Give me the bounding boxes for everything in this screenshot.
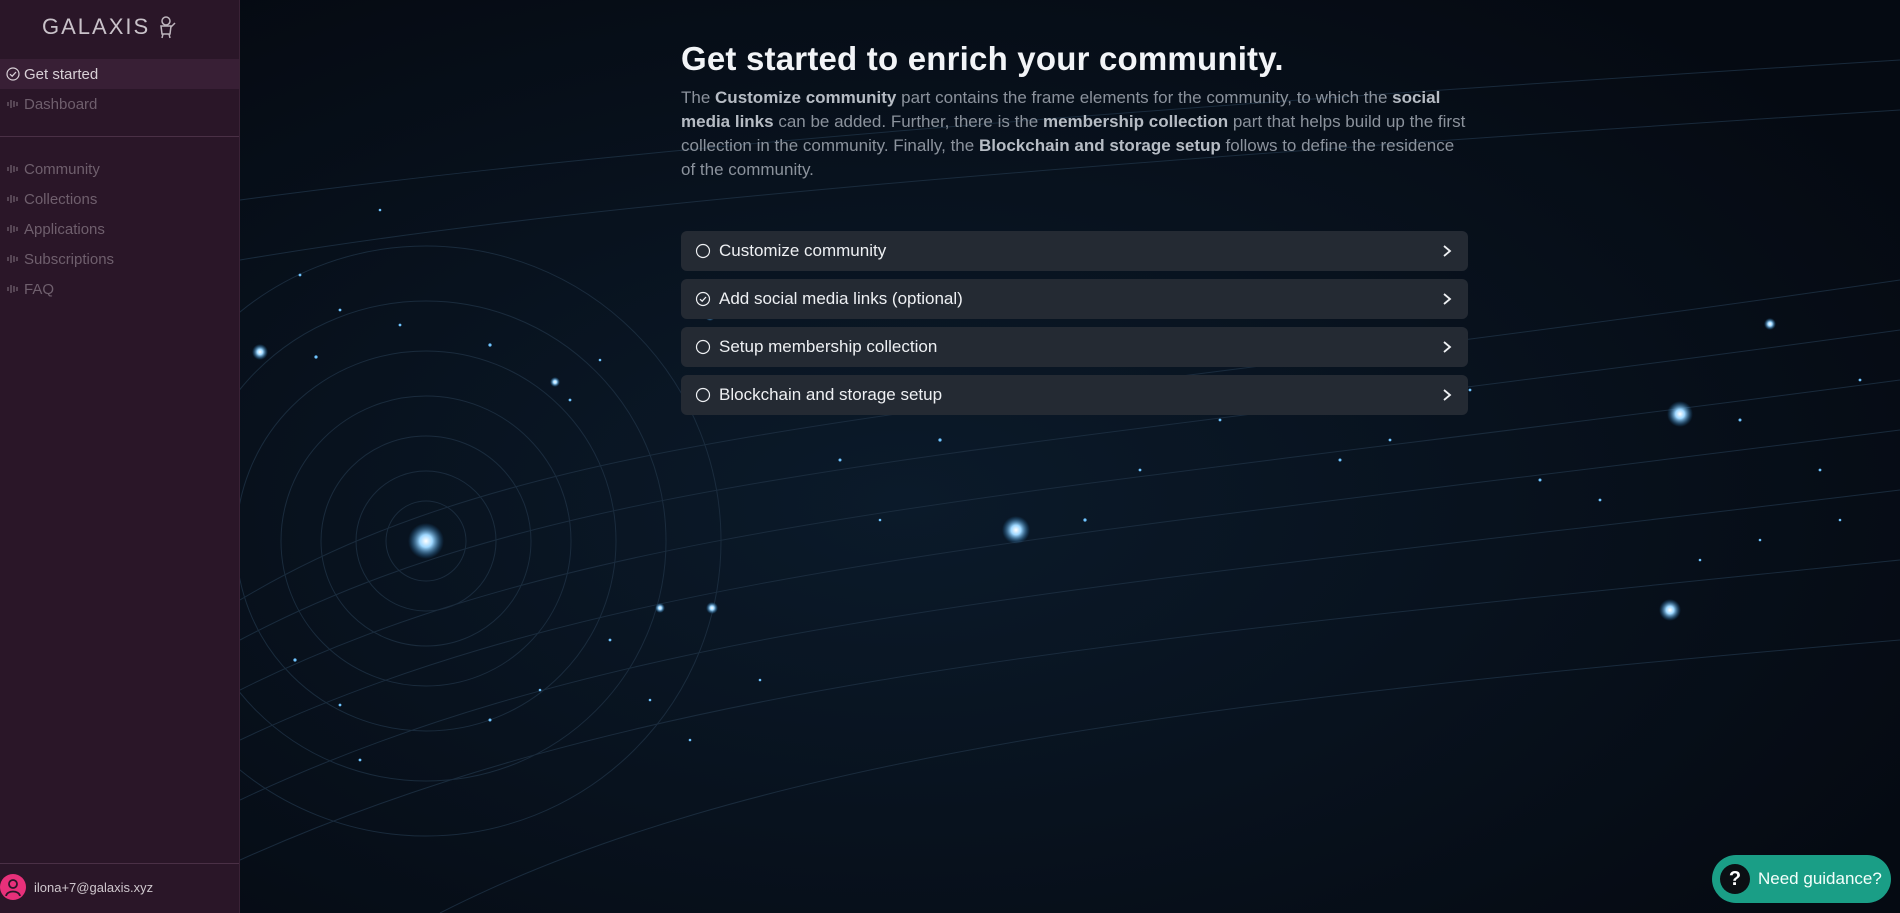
sidebar-item-label: FAQ bbox=[24, 280, 55, 298]
user-icon bbox=[5, 879, 21, 897]
astronaut-icon bbox=[160, 16, 176, 39]
sidebar-item-label: Collections bbox=[24, 190, 98, 208]
primary-nav: Get started Dashboard bbox=[0, 59, 239, 119]
sidebar-item-label: Applications bbox=[24, 220, 105, 238]
sidebar-item-label: Get started bbox=[24, 65, 99, 83]
user-divider bbox=[0, 863, 239, 864]
sidebar-item-label: Community bbox=[24, 160, 100, 178]
chevron-right-icon bbox=[1443, 293, 1452, 305]
step-label: Setup membership collection bbox=[719, 337, 938, 356]
check-circle-icon bbox=[695, 291, 711, 307]
step-membership-collection[interactable]: Setup membership collection bbox=[681, 327, 1468, 367]
page-title: Get started to enrich your community. bbox=[681, 40, 1284, 77]
waveform-icon bbox=[7, 165, 18, 173]
waveform-icon bbox=[7, 195, 18, 203]
circle-icon bbox=[695, 339, 711, 355]
sidebar-item-collections[interactable]: Collections bbox=[0, 184, 239, 214]
help-label: Need guidance? bbox=[1758, 869, 1882, 888]
user-email: ilona+7@galaxis.xyz bbox=[34, 879, 154, 895]
circle-icon bbox=[695, 243, 711, 259]
sidebar-item-dashboard[interactable]: Dashboard bbox=[0, 89, 239, 119]
chevron-right-icon bbox=[1443, 341, 1452, 353]
main-content: Get started to enrich your community. Th… bbox=[681, 40, 1469, 199]
sidebar-item-label: Subscriptions bbox=[24, 250, 115, 268]
step-label: Add social media links (optional) bbox=[719, 289, 963, 308]
need-guidance-button[interactable]: ? Need guidance? bbox=[1712, 855, 1891, 903]
brand-name: GALAXIS bbox=[42, 14, 151, 39]
sidebar: GALAXIS Get started Dashboard Community bbox=[0, 0, 240, 913]
setup-steps: Customize community Add social media lin… bbox=[681, 231, 1468, 423]
user-account[interactable]: ilona+7@galaxis.xyz bbox=[0, 872, 153, 902]
chevron-right-icon bbox=[1443, 389, 1452, 401]
check-circle-icon bbox=[6, 67, 20, 81]
chevron-right-icon bbox=[1443, 245, 1452, 257]
avatar[interactable] bbox=[0, 874, 26, 900]
secondary-nav: Community Collections Applications Subsc… bbox=[0, 154, 239, 304]
circle-icon bbox=[695, 387, 711, 403]
waveform-icon bbox=[7, 225, 18, 233]
question-icon: ? bbox=[1720, 864, 1750, 894]
step-customize-community[interactable]: Customize community bbox=[681, 231, 1468, 271]
waveform-icon bbox=[7, 255, 18, 263]
sidebar-item-faq[interactable]: FAQ bbox=[0, 274, 239, 304]
nav-divider bbox=[0, 136, 239, 137]
waveform-icon bbox=[7, 285, 18, 293]
step-label: Customize community bbox=[719, 241, 887, 260]
step-social-media-links[interactable]: Add social media links (optional) bbox=[681, 279, 1468, 319]
sidebar-item-label: Dashboard bbox=[24, 95, 98, 113]
page-description: The Customize community part contains th… bbox=[681, 88, 1466, 179]
sidebar-item-subscriptions[interactable]: Subscriptions bbox=[0, 244, 239, 274]
step-blockchain-storage[interactable]: Blockchain and storage setup bbox=[681, 375, 1468, 415]
step-label: Blockchain and storage setup bbox=[719, 385, 943, 404]
waveform-icon bbox=[7, 100, 18, 108]
sidebar-item-get-started[interactable]: Get started bbox=[0, 59, 239, 89]
sidebar-item-community[interactable]: Community bbox=[0, 154, 239, 184]
sidebar-item-applications[interactable]: Applications bbox=[0, 214, 239, 244]
galaxis-logo[interactable]: GALAXIS bbox=[42, 12, 176, 42]
